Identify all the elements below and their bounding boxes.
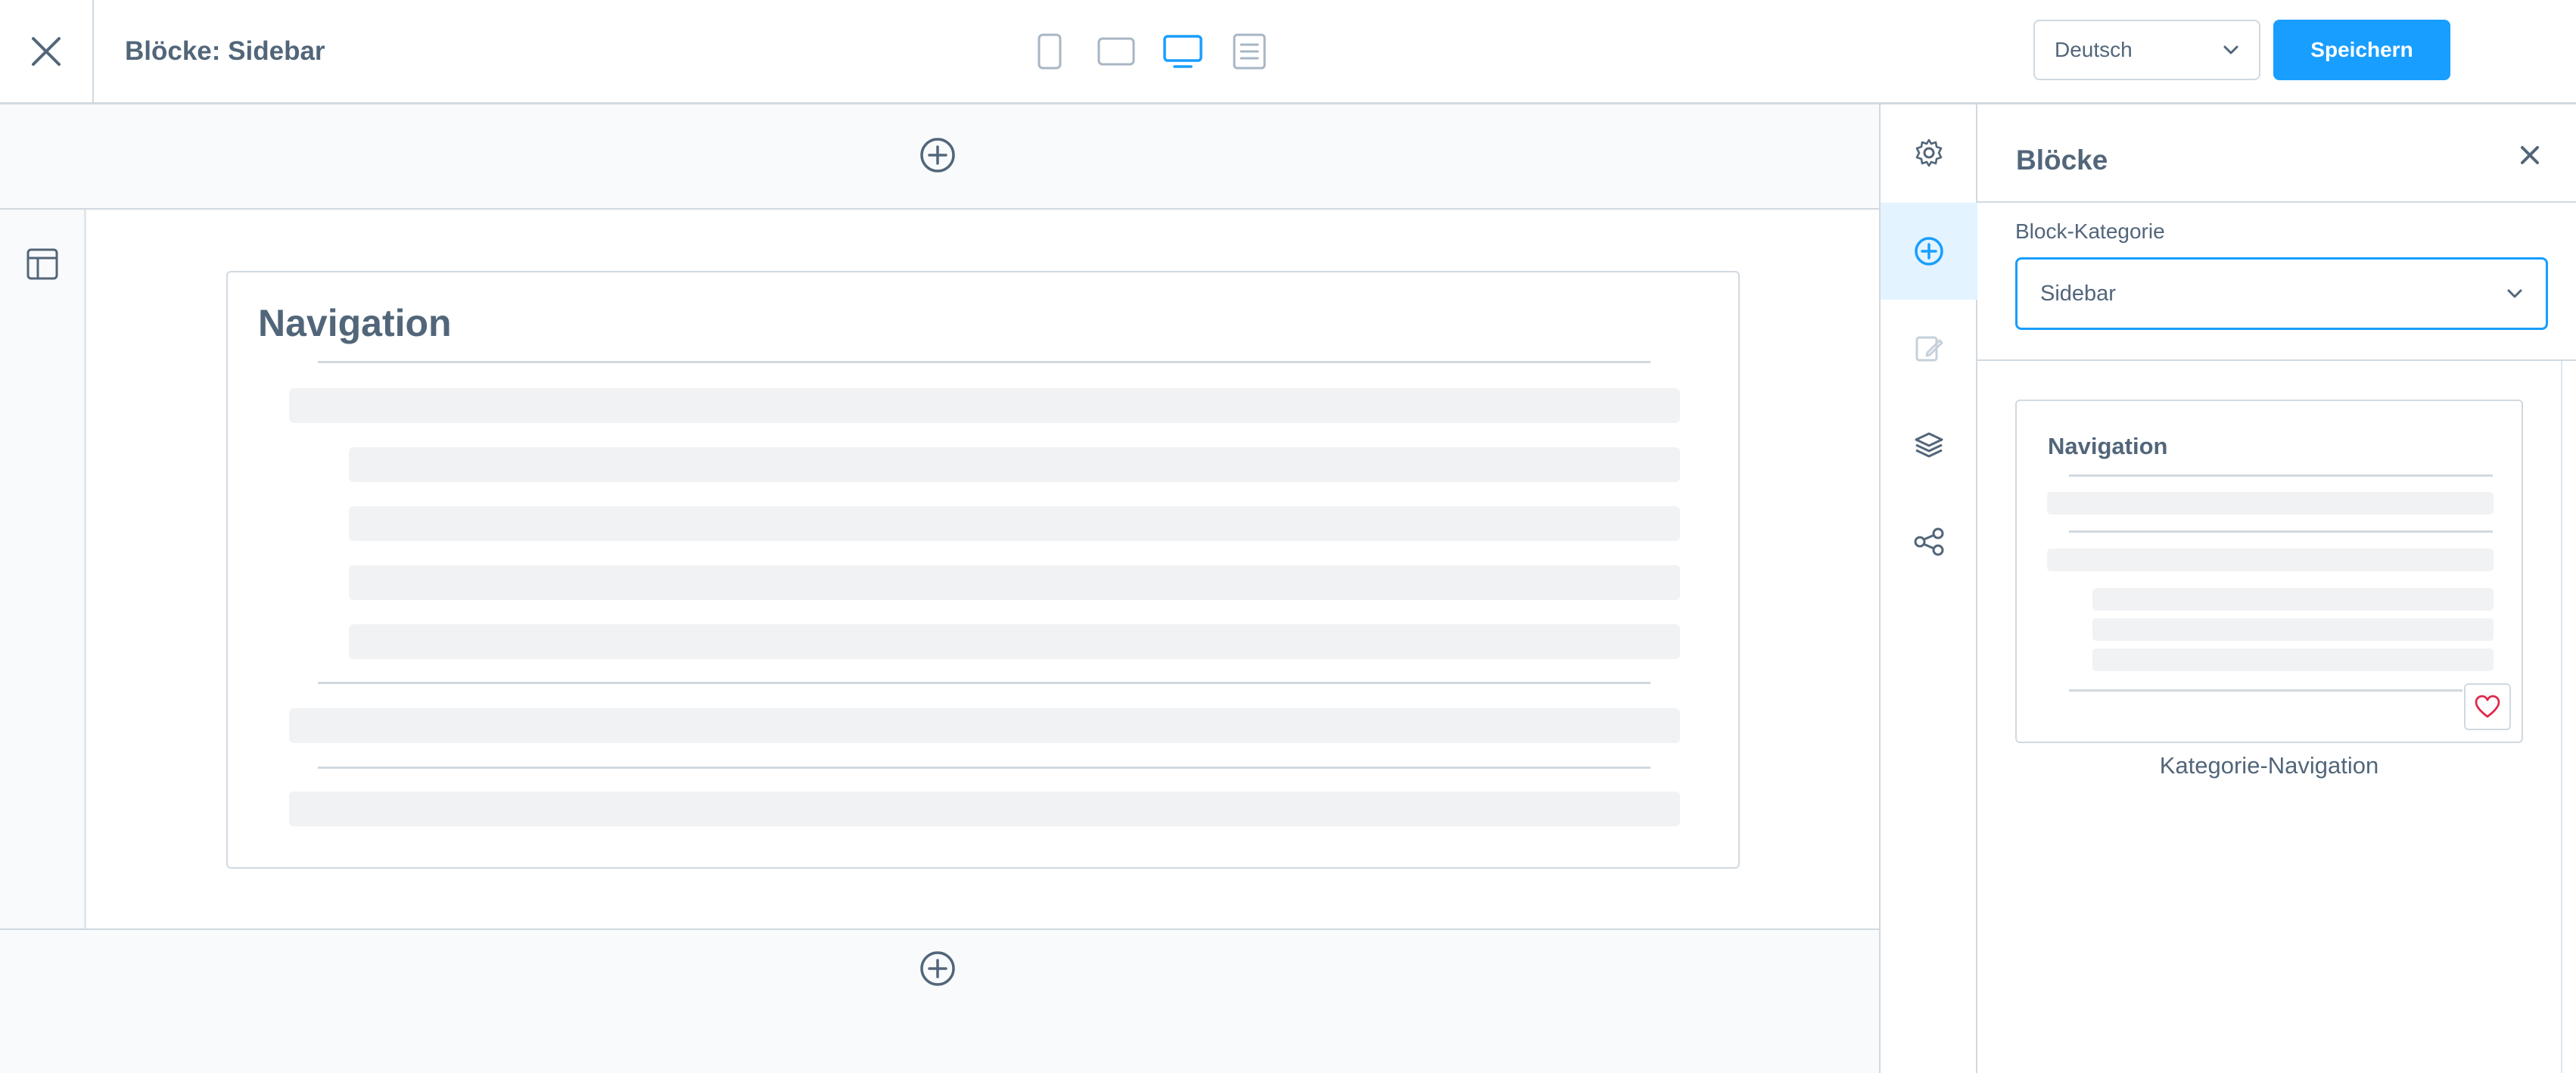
panel-title: Blöcke xyxy=(2016,145,2108,176)
share-icon xyxy=(1914,527,1944,556)
add-section-bottom xyxy=(0,931,1879,1073)
divider xyxy=(318,682,1650,684)
preview-placeholder-item xyxy=(2047,492,2494,515)
nav-placeholder-item xyxy=(289,388,1680,423)
rail-share[interactable] xyxy=(1881,493,1977,590)
rail-layers[interactable] xyxy=(1881,397,1977,493)
device-switcher xyxy=(1029,29,1270,74)
scrollbar-track[interactable] xyxy=(2561,361,2562,1073)
nav-placeholder-item xyxy=(289,792,1680,826)
device-list-button[interactable] xyxy=(1229,29,1270,74)
preview-placeholder-subitem xyxy=(2092,618,2494,641)
nav-placeholder-subitem xyxy=(349,506,1680,541)
block-category-label: Block-Kategorie xyxy=(2015,219,2165,243)
add-section-top-icon[interactable] xyxy=(919,136,957,174)
preview-placeholder-item xyxy=(2047,549,2494,571)
block-preview-caption: Kategorie-Navigation xyxy=(2159,752,2379,779)
tablet-icon xyxy=(1097,37,1135,66)
layout-icon[interactable] xyxy=(26,247,59,281)
editor-canvas: Navigation xyxy=(0,104,1879,1073)
nav-placeholder-subitem xyxy=(349,624,1680,659)
divider xyxy=(318,361,1650,363)
save-button[interactable]: Speichern xyxy=(2273,20,2450,80)
divider xyxy=(2069,530,2493,533)
language-select[interactable]: Deutsch xyxy=(2033,20,2260,80)
rail-add-block[interactable] xyxy=(1881,203,1977,300)
blocks-panel: Blöcke Block-Kategorie Sidebar Navigatio… xyxy=(1977,104,2576,1073)
rail-settings[interactable] xyxy=(1881,104,1977,201)
settings-icon xyxy=(1915,138,1943,167)
mobile-icon xyxy=(1038,33,1062,70)
language-select-value: Deutsch xyxy=(2055,38,2133,61)
heart-icon xyxy=(2475,695,2500,718)
navigation-block-title: Navigation xyxy=(258,302,452,344)
add-block-icon xyxy=(1915,237,1943,266)
top-bar: Blöcke: Sidebar Deutsch Speichern xyxy=(0,0,2576,104)
edit-icon xyxy=(1915,336,1943,362)
close-editor-button[interactable] xyxy=(0,0,94,103)
block-category-value: Sidebar xyxy=(2040,281,2116,306)
preview-placeholder-subitem xyxy=(2092,588,2494,611)
desktop-icon xyxy=(1163,35,1202,68)
list-view-icon xyxy=(1233,33,1266,70)
navigation-block[interactable]: Navigation xyxy=(226,271,1740,869)
nav-placeholder-subitem xyxy=(349,565,1680,600)
divider xyxy=(2069,474,2493,477)
divider xyxy=(1977,359,2576,361)
device-mobile-button[interactable] xyxy=(1029,29,1070,74)
page-title: Blöcke: Sidebar xyxy=(125,36,325,66)
nav-placeholder-item xyxy=(289,708,1680,743)
nav-placeholder-subitem xyxy=(349,447,1680,482)
add-section-top xyxy=(0,104,1879,210)
panel-close-button[interactable] xyxy=(2511,136,2549,174)
preview-placeholder-subitem xyxy=(2092,648,2494,671)
sidebar-section: Navigation xyxy=(0,210,1879,930)
rail-edit[interactable] xyxy=(1881,300,1977,397)
panel-header: Blöcke xyxy=(1977,104,2576,203)
divider xyxy=(318,767,1650,769)
block-preview-card[interactable]: Navigation xyxy=(2015,400,2523,743)
divider xyxy=(2069,689,2462,692)
block-category-select[interactable]: Sidebar xyxy=(2015,257,2548,330)
sidebar-rail xyxy=(1879,104,1977,1073)
favorite-button[interactable] xyxy=(2464,683,2511,730)
device-tablet-button[interactable] xyxy=(1096,29,1137,74)
close-icon xyxy=(2521,146,2539,164)
layers-icon xyxy=(1915,432,1943,458)
block-preview-title: Navigation xyxy=(2048,433,2168,459)
chevron-down-icon xyxy=(2507,289,2522,298)
device-desktop-button[interactable] xyxy=(1162,29,1203,74)
chevron-down-icon xyxy=(2223,45,2238,54)
close-icon xyxy=(32,37,61,66)
section-sidebar-strip xyxy=(0,210,86,928)
add-section-bottom-icon[interactable] xyxy=(919,950,957,987)
